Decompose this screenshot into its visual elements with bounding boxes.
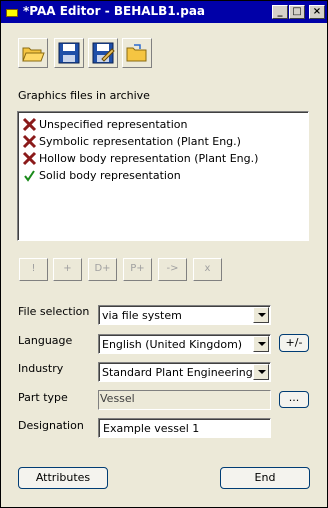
file-selection-select[interactable]: via file system xyxy=(98,305,271,325)
save-button[interactable] xyxy=(54,38,84,68)
maximize-button[interactable]: □ xyxy=(289,5,305,19)
part-type-label: Part type xyxy=(18,391,68,404)
list-item-label: Hollow body representation (Plant Eng.) xyxy=(39,152,259,165)
list-item-label: Symbolic representation (Plant Eng.) xyxy=(39,135,241,148)
part-type-browse-button[interactable]: ... xyxy=(279,391,309,408)
title-bar[interactable]: *PAA Editor - BEHALB1.paa _ □ × xyxy=(1,1,327,23)
list-item-label: Unspecified representation xyxy=(39,118,188,131)
language-select[interactable]: English (United Kingdom) xyxy=(98,334,271,354)
window-title: *PAA Editor - BEHALB1.paa xyxy=(23,4,206,18)
designation-input[interactable]: Example vessel 1 xyxy=(98,418,271,438)
minimize-button[interactable]: _ xyxy=(272,5,288,19)
chevron-down-icon[interactable] xyxy=(253,364,269,380)
designation-label: Designation xyxy=(18,419,84,432)
save-as-button[interactable] xyxy=(88,38,118,68)
paa-editor-window: *PAA Editor - BEHALB1.paa _ □ × Graphics… xyxy=(0,0,328,508)
attributes-button[interactable]: Attributes xyxy=(18,467,108,489)
file-selection-label: File selection xyxy=(18,305,90,318)
part-type-value: Vessel xyxy=(100,392,135,405)
add-button[interactable]: + xyxy=(53,258,82,281)
close-button[interactable]: × xyxy=(309,5,325,19)
list-item-label: Solid body representation xyxy=(39,169,181,182)
industry-value: Standard Plant Engineering xyxy=(102,366,253,379)
add-p-button[interactable]: P+ xyxy=(123,258,152,281)
missing-x-icon xyxy=(22,117,37,132)
check-icon xyxy=(24,170,35,182)
graphics-files-label: Graphics files in archive xyxy=(18,89,150,102)
language-label: Language xyxy=(18,334,73,347)
industry-label: Industry xyxy=(18,362,64,375)
industry-select[interactable]: Standard Plant Engineering xyxy=(98,362,271,382)
save-as-icon xyxy=(92,42,115,64)
move-button[interactable]: -> xyxy=(158,258,187,281)
end-button[interactable]: End xyxy=(220,467,310,489)
save-icon xyxy=(58,42,80,64)
graphics-files-list[interactable]: Unspecified representation Symbolic repr… xyxy=(17,111,309,241)
missing-x-icon xyxy=(22,134,37,149)
app-icon xyxy=(6,9,18,17)
language-toggle-button[interactable]: +/- xyxy=(279,334,309,352)
folder-icon xyxy=(126,44,147,62)
add-d-button[interactable]: D+ xyxy=(88,258,117,281)
language-value: English (United Kingdom) xyxy=(102,338,243,351)
chevron-down-icon[interactable] xyxy=(253,336,269,352)
designation-value: Example vessel 1 xyxy=(103,422,200,435)
open-folder-button[interactable] xyxy=(18,38,48,68)
chevron-down-icon[interactable] xyxy=(253,307,269,323)
part-type-field: Vessel xyxy=(98,390,271,410)
open-folder-icon xyxy=(22,47,45,62)
file-selection-value: via file system xyxy=(102,309,182,322)
missing-x-icon xyxy=(22,151,37,166)
mark-button[interactable]: ! xyxy=(19,258,48,281)
delete-button[interactable]: x xyxy=(193,258,222,281)
folder-button[interactable] xyxy=(122,38,152,68)
